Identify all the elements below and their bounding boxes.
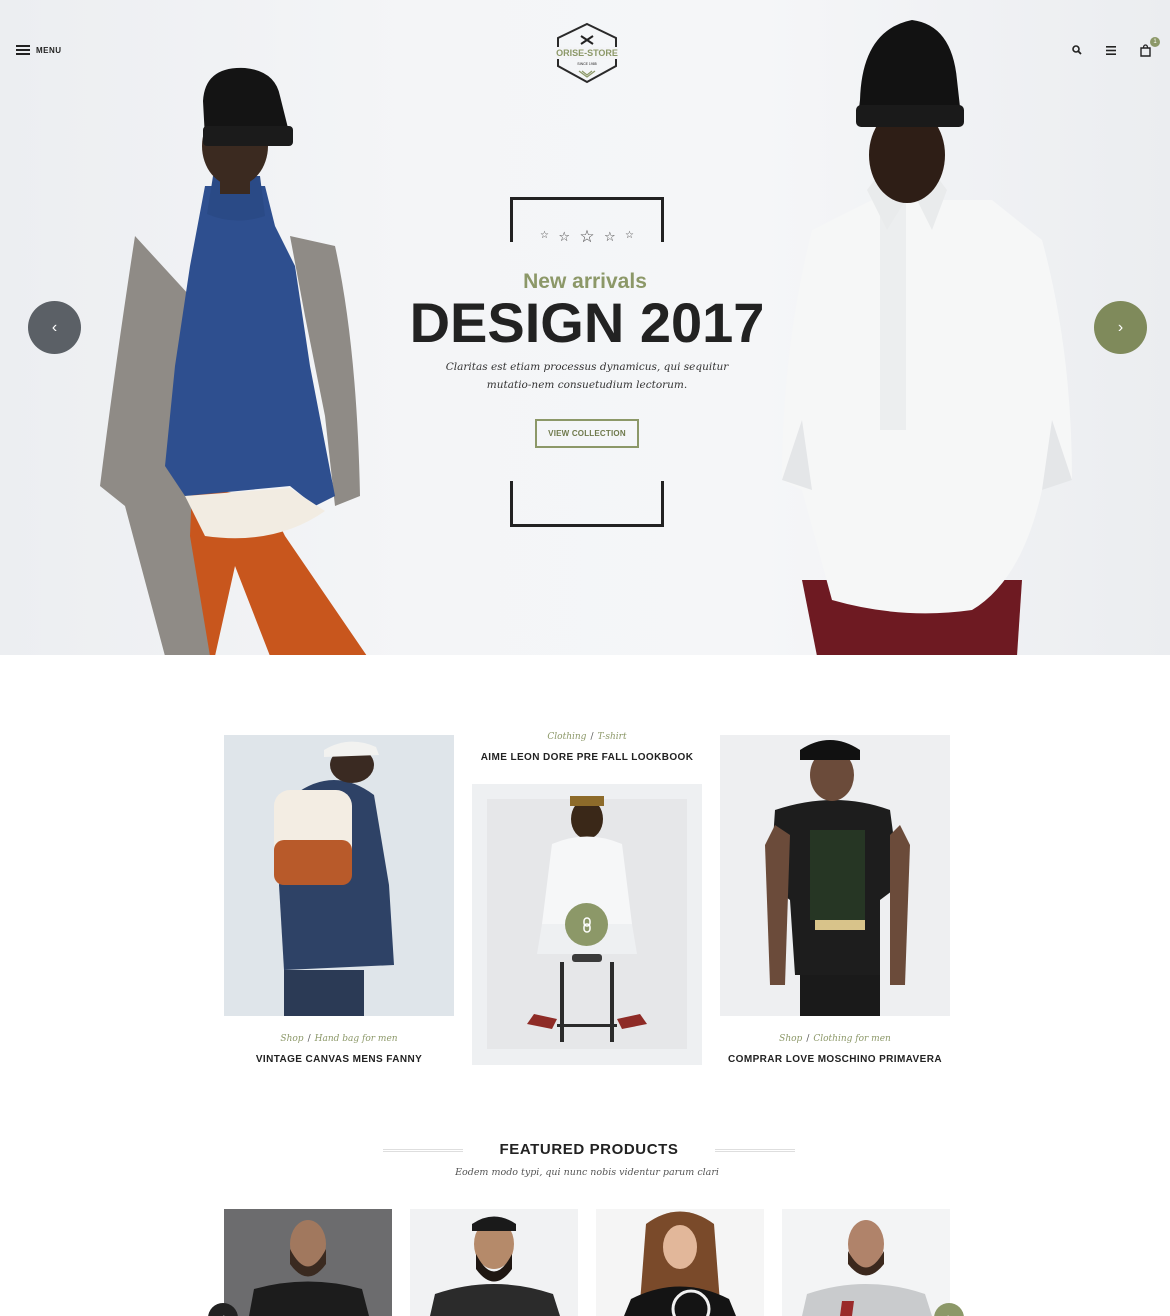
logo-name: ORISE-STORE <box>556 48 618 58</box>
post-subcategory-link[interactable]: Clothing for men <box>813 1034 890 1044</box>
chevron-left-icon: ‹ <box>221 1312 225 1316</box>
cart-count-badge: 1 <box>1150 37 1160 47</box>
menu-label: MENU <box>36 45 62 55</box>
hero-description: Claritas est etiam processus dynamicus, … <box>445 361 729 391</box>
chevron-right-icon: › <box>947 1312 951 1316</box>
post-meta: Shop / Hand bag for men <box>280 1034 398 1044</box>
view-collection-button[interactable]: VIEW COLLECTION <box>535 419 639 448</box>
top-bar: MENU ORISE-STORE SINCE 1985 1 <box>0 0 1170 100</box>
star-icon: ☆ <box>558 228 570 244</box>
post-title-link[interactable]: AIME LEON DORE PRE FALL LOOKBOOK <box>472 752 702 763</box>
menu-button[interactable]: MENU <box>16 45 62 55</box>
post-category-link[interactable]: Clothing <box>547 732 586 742</box>
post-title-link[interactable]: VINTAGE CANVAS MENS FANNY <box>224 1054 454 1065</box>
search-icon[interactable] <box>1070 43 1084 57</box>
product-card[interactable] <box>596 1209 764 1316</box>
logo-tagline: SINCE 1985 <box>577 62 597 66</box>
post-meta: Shop / Clothing for men <box>779 1034 891 1044</box>
chevron-right-icon: › <box>1117 318 1124 336</box>
lookbook-image-tshirt[interactable] <box>720 735 950 1016</box>
slider-prev-button[interactable]: ‹ <box>28 301 81 354</box>
star-icon: ☆ <box>540 230 549 241</box>
hero-slider: MENU ORISE-STORE SINCE 1985 1 ☆ ☆ ☆ ☆ ☆ … <box>0 0 1170 655</box>
store-logo[interactable]: ORISE-STORE SINCE 1985 <box>554 22 620 84</box>
shopping-bag-icon[interactable]: 1 <box>1138 37 1160 57</box>
post-category-link[interactable]: Shop <box>779 1034 802 1044</box>
product-card[interactable] <box>410 1209 578 1316</box>
rating-stars: ☆ ☆ ☆ ☆ ☆ <box>540 226 634 246</box>
star-icon: ☆ <box>579 226 595 246</box>
hero-model-left <box>100 67 367 655</box>
chevron-left-icon: ‹ <box>51 318 58 336</box>
slider-next-button[interactable]: › <box>1094 301 1147 354</box>
lookbook-image-backpack[interactable] <box>224 735 454 1016</box>
post-subcategory-link[interactable]: T-shirt <box>597 732 626 742</box>
header-actions: 1 <box>1070 37 1160 57</box>
post-title-link[interactable]: COMPRAR LOVE MOSCHINO PRIMAVERA <box>720 1054 950 1065</box>
menu-icon <box>16 45 30 55</box>
product-card[interactable] <box>224 1209 392 1316</box>
post-meta: Clothing / T-shirt <box>547 732 627 742</box>
divider-right <box>715 1149 795 1152</box>
link-icon[interactable] <box>565 903 608 946</box>
post-subcategory-link[interactable]: Hand bag for men <box>315 1034 398 1044</box>
star-icon: ☆ <box>604 228 616 244</box>
star-icon: ☆ <box>625 230 634 241</box>
section-subtitle: Eodem modo typi, qui nunc nobis videntur… <box>455 1167 719 1178</box>
hero-frame-bottom <box>510 481 664 527</box>
list-icon[interactable] <box>1104 43 1118 57</box>
post-category-link[interactable]: Shop <box>280 1034 303 1044</box>
section-title: FEATURED PRODUCTS <box>499 1141 679 1158</box>
hero-title: DESIGN 2017 <box>409 291 765 354</box>
product-card[interactable] <box>782 1209 950 1316</box>
